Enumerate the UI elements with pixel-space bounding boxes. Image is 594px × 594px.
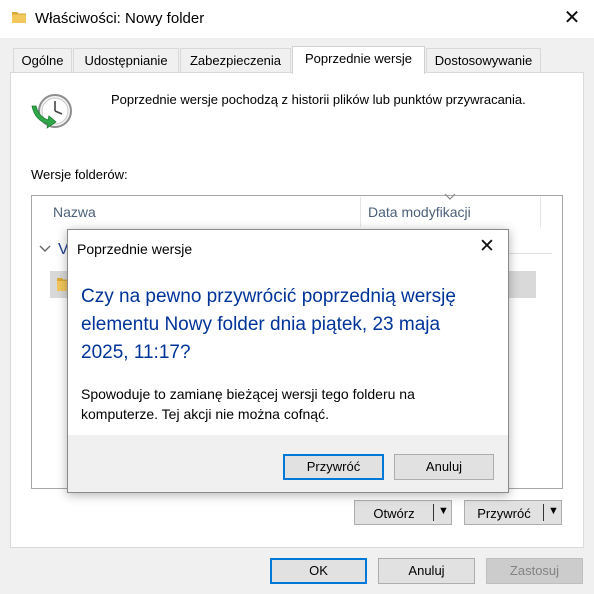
dialog-heading: Czy na pewno przywrócić poprzednią wersj… bbox=[81, 286, 456, 363]
ok-button[interactable]: OK bbox=[270, 558, 367, 584]
column-header-name[interactable]: Nazwa bbox=[53, 204, 96, 220]
tab-customize[interactable]: Dostosowywanie bbox=[426, 48, 541, 72]
group-divider bbox=[508, 253, 552, 254]
chevron-down-icon[interactable] bbox=[38, 242, 52, 256]
tab-general[interactable]: Ogólne bbox=[13, 48, 72, 72]
sort-chevron-icon bbox=[444, 193, 456, 200]
tab-sharing[interactable]: Udostępnianie bbox=[73, 48, 179, 72]
window-title: Właściwości: Nowy folder bbox=[35, 10, 205, 27]
open-button-label: Otwórz bbox=[373, 506, 415, 521]
dropdown-arrow-icon[interactable]: ▼ bbox=[438, 505, 449, 517]
dialog-body-text: Spowoduje to zamianę bieżącej wersji teg… bbox=[81, 386, 415, 422]
restore-split-button[interactable]: Przywróć ▼ bbox=[464, 500, 562, 525]
column-header-date[interactable]: Data modyfikacji bbox=[368, 204, 471, 220]
dropdown-arrow-icon[interactable]: ▼ bbox=[548, 505, 559, 517]
cancel-button[interactable]: Anuluj bbox=[378, 558, 475, 584]
tab-previous-versions[interactable]: Poprzednie wersje bbox=[292, 46, 425, 74]
restore-button-label: Przywróć bbox=[477, 506, 531, 521]
restore-clock-icon bbox=[31, 94, 72, 129]
close-icon[interactable]: ✕ bbox=[561, 7, 583, 29]
split-separator bbox=[543, 504, 544, 521]
folder-icon bbox=[12, 12, 26, 23]
apply-button[interactable]: Zastosuj bbox=[486, 558, 583, 584]
dialog-cancel-button[interactable]: Anuluj bbox=[394, 454, 494, 480]
tab-security[interactable]: Zabezpieczenia bbox=[180, 48, 291, 72]
dialog-title: Poprzednie wersje bbox=[77, 241, 193, 257]
open-split-button[interactable]: Otwórz ▼ bbox=[354, 500, 452, 525]
column-separator bbox=[540, 197, 541, 227]
column-separator bbox=[360, 197, 361, 227]
close-icon[interactable]: ✕ bbox=[476, 236, 498, 258]
restore-confirm-button[interactable]: Przywróć bbox=[283, 454, 384, 480]
info-text: Poprzednie wersje pochodzą z historii pl… bbox=[111, 92, 526, 107]
versions-label: Wersje folderów: bbox=[31, 167, 128, 182]
split-separator bbox=[433, 504, 434, 521]
